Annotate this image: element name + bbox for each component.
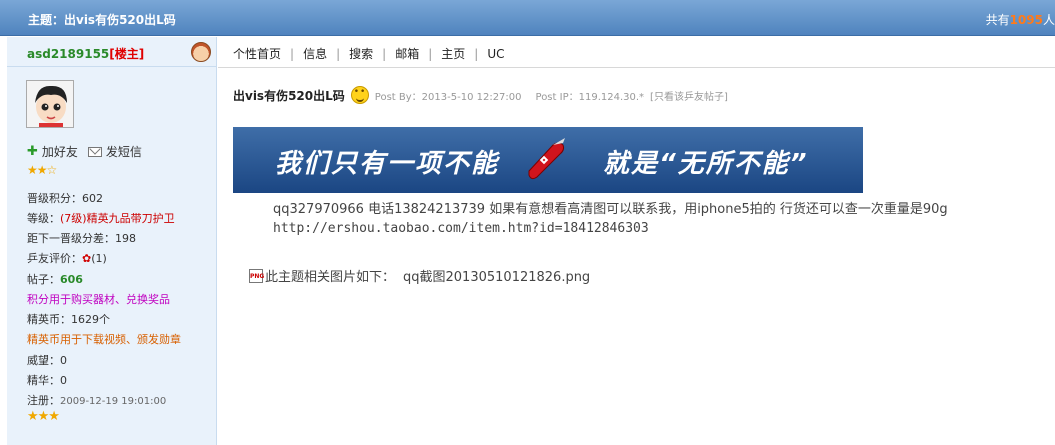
user-menu: 个性首页 | 信息 | 搜索 | 邮箱 | 主页 | UC — [233, 47, 505, 61]
stat-posts: 帖子：606 — [27, 273, 83, 286]
online-count: 共有1095人 — [985, 13, 1055, 27]
menu-info[interactable]: 信息 — [303, 47, 327, 61]
plus-icon: ✚ — [27, 144, 38, 159]
attachment-row: PNG 此主题相关图片如下： qq截图20130510121826.png — [249, 266, 590, 285]
stat-level: 等级：(7级)精英九品带刀护卫 — [27, 212, 175, 225]
attachment-label: 此主题相关图片如下： — [265, 270, 396, 285]
stat-next-level: 距下一晋级分差：198 — [27, 232, 136, 245]
user-face-icon — [191, 42, 211, 62]
avatar[interactable] — [26, 80, 74, 128]
post-body-line: qq327970966 电话13824213739 如果有意想看高清图可以联系我… — [273, 202, 948, 217]
menu-homepage[interactable]: 主页 — [441, 47, 465, 61]
banner-text-right: 就是“无所不能” — [603, 149, 809, 179]
rank-stars: ★★☆ — [27, 163, 57, 177]
png-file-icon: PNG — [249, 268, 264, 283]
smiley-icon — [350, 86, 369, 104]
username[interactable]: asd2189155[楼主] — [27, 45, 144, 62]
post-by: Post By：2013-5-10 12:27:00 — [374, 91, 522, 103]
stat-prestige: 威望：0 — [27, 354, 67, 367]
user-actions: ✚ 加好友 发短信 — [27, 143, 142, 160]
stat-essence: 精华：0 — [27, 374, 67, 387]
menu-mailbox[interactable]: 邮箱 — [395, 47, 419, 61]
medal-stars: ★★★ — [27, 409, 60, 424]
menu-uc[interactable]: UC — [487, 47, 504, 61]
send-message-link[interactable]: 发短信 — [106, 143, 142, 160]
post-ip: Post IP：119.124.30.* — [535, 91, 645, 103]
menu-search[interactable]: 搜索 — [349, 47, 373, 61]
coins-note: 精英币用于下载视频、颁发勋章 — [27, 333, 181, 346]
banner-text-left: 我们只有一项不能 — [275, 149, 500, 179]
ad-banner[interactable]: 我们只有一项不能 就是“无所不能” — [233, 127, 863, 193]
thread-header-bar: 主题：出vis有伤520出L码 共有1095人 — [0, 0, 1055, 36]
stat-register: 注册：2009-12-19 19:01:00 — [27, 394, 167, 407]
post-title: 出vis有伤520出L码 — [233, 88, 345, 103]
stat-coins: 精英币：1629个 — [27, 313, 110, 326]
stat-points: 晋级积分：602 — [27, 192, 103, 205]
view-only-author-link[interactable]: [只看该乒友帖子] — [650, 88, 728, 103]
user-sidebar: asd2189155[楼主] ✚ 加好友 发短信 ★★☆ 晋级积分：602 等级… — [7, 37, 217, 445]
flower-icon: ✿ — [82, 252, 92, 265]
thread-title: 主题：出vis有伤520出L码 — [28, 13, 176, 27]
menu-profile-home[interactable]: 个性首页 — [233, 47, 281, 61]
divider — [218, 67, 1055, 68]
stat-rating: 乒友评价：✿(1) — [27, 252, 107, 265]
mail-icon — [87, 146, 102, 157]
post-body-link[interactable]: http://ershou.taobao.com/item.htm?id=184… — [273, 221, 649, 236]
swiss-knife-icon — [528, 138, 565, 180]
post-header: 出vis有伤520出L码 Post By：2013-5-10 12:27:00 … — [233, 86, 728, 104]
points-note: 积分用于购买器材、兑换奖品 — [27, 293, 170, 306]
username-row: asd2189155[楼主] — [7, 37, 217, 67]
add-friend-link[interactable]: 加好友 — [42, 143, 78, 160]
attachment-file-link[interactable]: qq截图20130510121826.png — [403, 266, 590, 285]
role-badge: [楼主] — [109, 47, 145, 61]
